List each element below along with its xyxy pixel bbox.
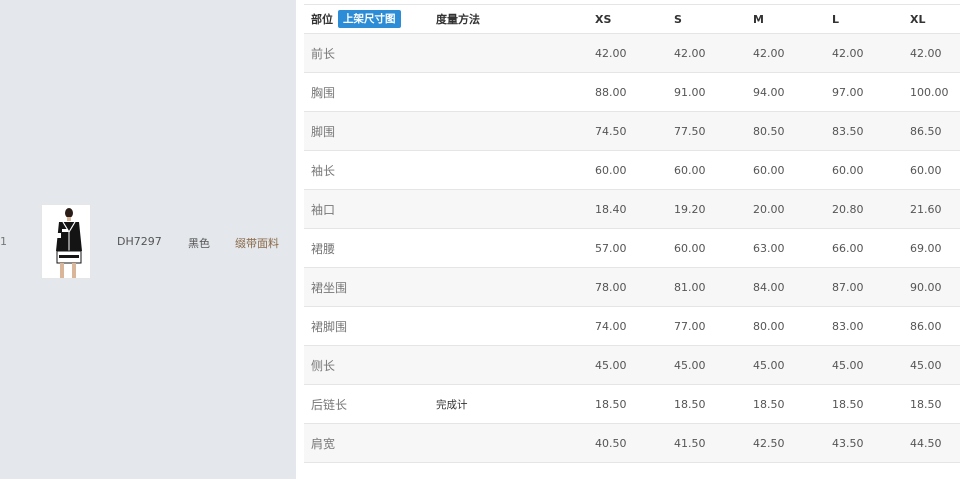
product-sku: DH7297 bbox=[117, 235, 162, 248]
value-s: 41.50 bbox=[674, 436, 706, 450]
value-xl: 18.50 bbox=[910, 397, 942, 411]
part-cell: 裙坐围 bbox=[311, 280, 348, 295]
table-row: 裙脚围 74.00 77.00 80.00 83.00 86.00 bbox=[304, 307, 960, 346]
table-row: 裙坐围 78.00 81.00 84.00 87.00 90.00 bbox=[304, 268, 960, 307]
value-l: 20.80 bbox=[832, 202, 864, 216]
value-xl: 100.00 bbox=[910, 85, 949, 99]
method-cell: 完成计 bbox=[436, 398, 468, 411]
value-s: 19.20 bbox=[674, 202, 706, 216]
value-l: 66.00 bbox=[832, 241, 864, 255]
part-cell: 后链长 bbox=[311, 397, 348, 412]
value-xs: 88.00 bbox=[595, 85, 627, 99]
value-m: 84.00 bbox=[753, 280, 785, 294]
table-row: 后链长 完成计 18.50 18.50 18.50 18.50 18.50 bbox=[304, 385, 960, 424]
table-row: 肩宽 40.50 41.50 42.50 43.50 44.50 bbox=[304, 424, 960, 463]
table-header-row: 部位 上架尺寸图 度量方法 XS S M L XL bbox=[304, 4, 960, 34]
value-xs: 40.50 bbox=[595, 436, 627, 450]
part-cell: 袖长 bbox=[311, 163, 336, 178]
product-info-panel: 1 DH7297 黑色 缀带面料 bbox=[0, 0, 296, 479]
value-xl: 45.00 bbox=[910, 358, 942, 372]
value-m: 42.50 bbox=[753, 436, 785, 450]
table-row: 前长 42.00 42.00 42.00 42.00 42.00 bbox=[304, 34, 960, 73]
part-cell: 胸围 bbox=[311, 85, 336, 100]
header-size-s: S bbox=[674, 12, 682, 26]
header-size-xl: XL bbox=[910, 12, 926, 26]
value-s: 77.50 bbox=[674, 124, 706, 138]
header-method-label: 度量方法 bbox=[436, 13, 480, 26]
table-row: 胸围 88.00 91.00 94.00 97.00 100.00 bbox=[304, 73, 960, 112]
value-xs: 57.00 bbox=[595, 241, 627, 255]
part-cell: 裙脚围 bbox=[311, 319, 348, 334]
value-m: 63.00 bbox=[753, 241, 785, 255]
header-part-cell: 部位 上架尺寸图 bbox=[311, 5, 401, 33]
value-m: 80.50 bbox=[753, 124, 785, 138]
value-m: 94.00 bbox=[753, 85, 785, 99]
value-s: 42.00 bbox=[674, 46, 706, 60]
value-l: 83.50 bbox=[832, 124, 864, 138]
value-s: 91.00 bbox=[674, 85, 706, 99]
value-s: 45.00 bbox=[674, 358, 706, 372]
value-m: 80.00 bbox=[753, 319, 785, 333]
part-cell: 前长 bbox=[311, 46, 336, 61]
value-xl: 44.50 bbox=[910, 436, 942, 450]
part-cell: 脚围 bbox=[311, 124, 336, 139]
product-fabric: 缀带面料 bbox=[235, 237, 279, 250]
header-size-m: M bbox=[753, 12, 764, 26]
value-l: 18.50 bbox=[832, 397, 864, 411]
value-m: 45.00 bbox=[753, 358, 785, 372]
value-xl: 90.00 bbox=[910, 280, 942, 294]
value-xs: 74.00 bbox=[595, 319, 627, 333]
table-row: 袖长 60.00 60.00 60.00 60.00 60.00 bbox=[304, 151, 960, 190]
value-l: 60.00 bbox=[832, 163, 864, 177]
value-s: 60.00 bbox=[674, 241, 706, 255]
value-xl: 60.00 bbox=[910, 163, 942, 177]
value-m: 20.00 bbox=[753, 202, 785, 216]
value-xs: 42.00 bbox=[595, 46, 627, 60]
value-l: 83.00 bbox=[832, 319, 864, 333]
header-size-xs: XS bbox=[595, 12, 612, 26]
upload-size-chart-button[interactable]: 上架尺寸图 bbox=[338, 10, 401, 28]
table-row: 裙腰 57.00 60.00 63.00 66.00 69.00 bbox=[304, 229, 960, 268]
value-m: 60.00 bbox=[753, 163, 785, 177]
value-l: 87.00 bbox=[832, 280, 864, 294]
value-xl: 42.00 bbox=[910, 46, 942, 60]
table-row: 脚围 74.50 77.50 80.50 83.50 86.50 bbox=[304, 112, 960, 151]
row-index: 1 bbox=[0, 235, 7, 248]
part-cell: 肩宽 bbox=[311, 436, 336, 451]
value-s: 60.00 bbox=[674, 163, 706, 177]
value-s: 77.00 bbox=[674, 319, 706, 333]
part-cell: 侧长 bbox=[311, 358, 336, 373]
product-color: 黑色 bbox=[188, 237, 210, 250]
value-xl: 69.00 bbox=[910, 241, 942, 255]
value-m: 42.00 bbox=[753, 46, 785, 60]
value-xs: 74.50 bbox=[595, 124, 627, 138]
table-row: 袖口 18.40 19.20 20.00 20.80 21.60 bbox=[304, 190, 960, 229]
value-l: 42.00 bbox=[832, 46, 864, 60]
header-size-l: L bbox=[832, 12, 840, 26]
value-xs: 18.50 bbox=[595, 397, 627, 411]
size-chart-table: 部位 上架尺寸图 度量方法 XS S M L XL 前长 42.00 42.00… bbox=[304, 4, 960, 479]
value-xs: 45.00 bbox=[595, 358, 627, 372]
part-cell: 袖口 bbox=[311, 202, 336, 217]
value-l: 45.00 bbox=[832, 358, 864, 372]
value-xs: 60.00 bbox=[595, 163, 627, 177]
value-s: 18.50 bbox=[674, 397, 706, 411]
part-cell: 裙腰 bbox=[311, 241, 336, 256]
value-m: 18.50 bbox=[753, 397, 785, 411]
value-l: 97.00 bbox=[832, 85, 864, 99]
value-xl: 86.00 bbox=[910, 319, 942, 333]
value-xs: 18.40 bbox=[595, 202, 627, 216]
product-thumbnail[interactable] bbox=[41, 204, 91, 279]
value-xl: 21.60 bbox=[910, 202, 942, 216]
value-l: 43.50 bbox=[832, 436, 864, 450]
value-xl: 86.50 bbox=[910, 124, 942, 138]
model-jacket-photo-icon bbox=[42, 205, 90, 278]
table-row: 侧长 45.00 45.00 45.00 45.00 45.00 bbox=[304, 346, 960, 385]
value-s: 81.00 bbox=[674, 280, 706, 294]
value-xs: 78.00 bbox=[595, 280, 627, 294]
header-part-label: 部位 bbox=[311, 13, 333, 26]
